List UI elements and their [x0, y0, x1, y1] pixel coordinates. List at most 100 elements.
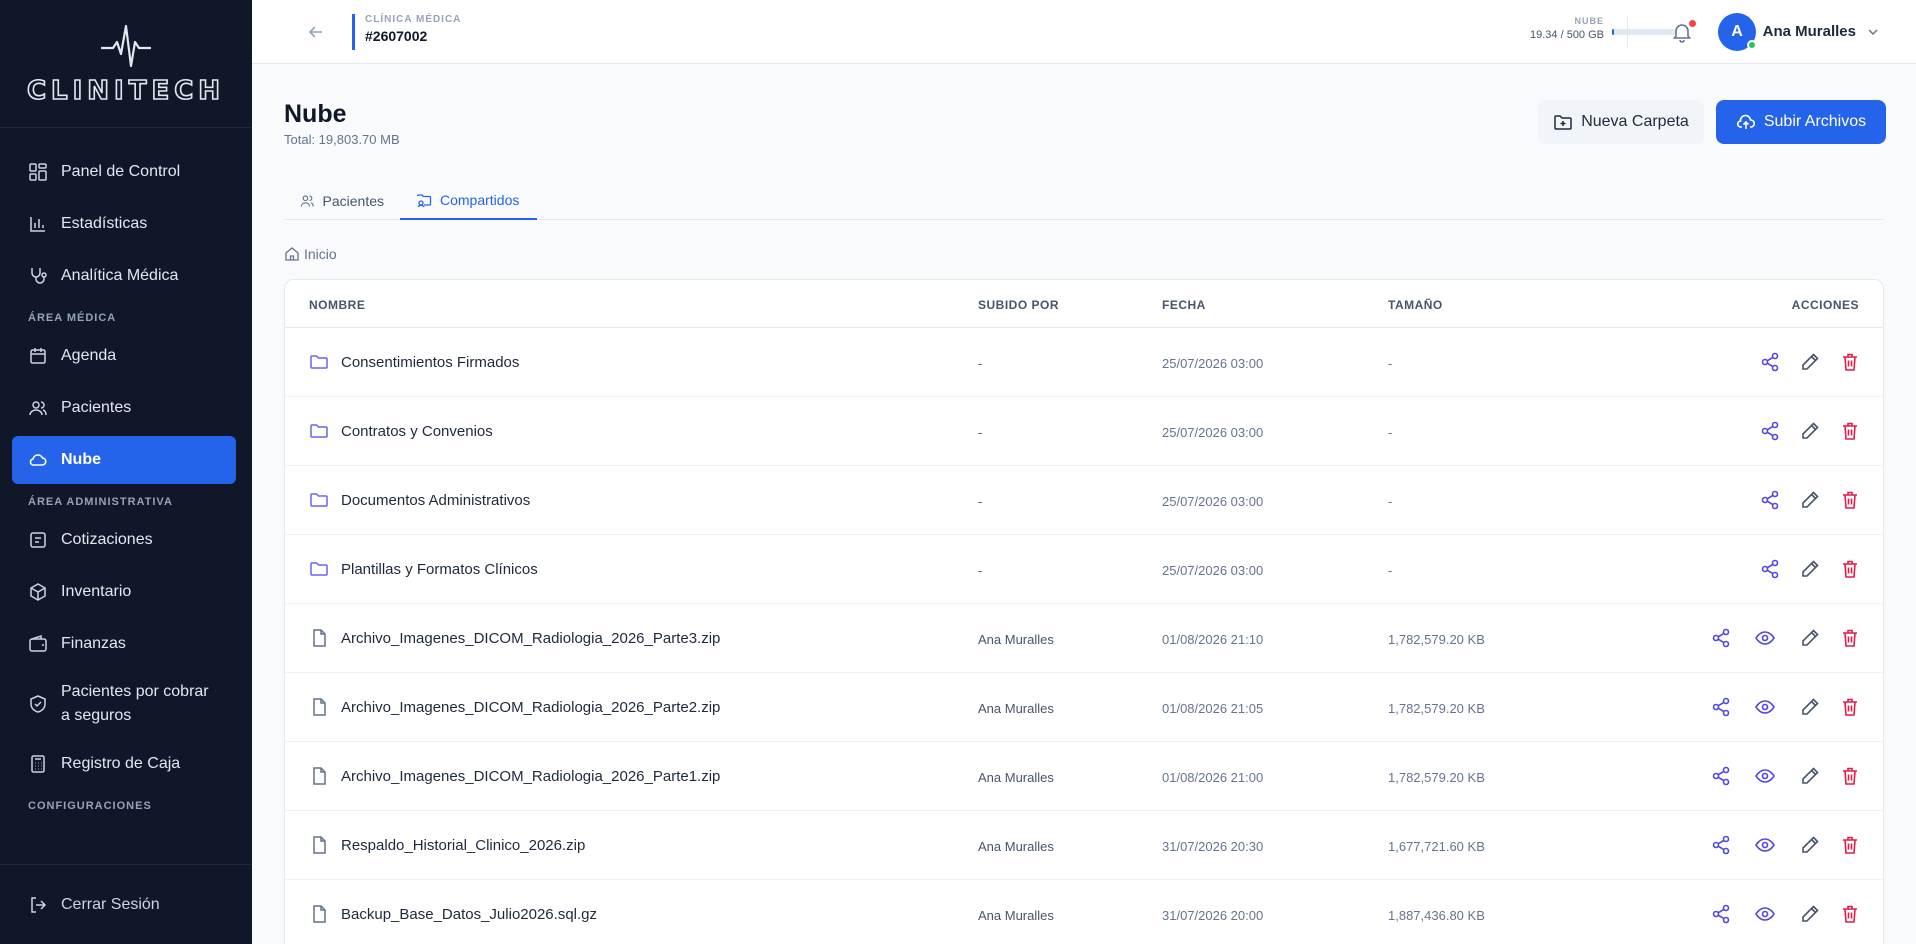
- bar-chart-icon: [30, 217, 45, 232]
- view-icon[interactable]: [1754, 696, 1776, 718]
- edit-icon[interactable]: [1799, 765, 1821, 787]
- sidebar-item-inventario[interactable]: Inventario: [12, 568, 236, 616]
- file-row[interactable]: Respaldo_Historial_Clinico_2026.zip Ana M…: [285, 811, 1883, 880]
- item-name[interactable]: Archivo_Imagenes_DICOM_Radiologia_2026_P…: [341, 699, 720, 716]
- folder-icon: [309, 490, 329, 510]
- column-header-size[interactable]: TAMAÑO: [1388, 298, 1443, 312]
- quote-icon: [30, 532, 46, 548]
- delete-icon[interactable]: [1839, 351, 1861, 373]
- edit-icon[interactable]: [1799, 696, 1821, 718]
- sidebar-item-agenda[interactable]: Agenda: [12, 332, 236, 380]
- view-icon[interactable]: [1754, 765, 1776, 787]
- delete-icon[interactable]: [1839, 696, 1861, 718]
- table-body: Consentimientos Firmados - 25/07/2026 03:0…: [285, 328, 1883, 944]
- heartbeat-logo-icon: [101, 24, 151, 67]
- breadcrumb[interactable]: Inicio: [284, 246, 337, 262]
- folder-row[interactable]: Consentimientos Firmados - 25/07/2026 03:0…: [285, 328, 1883, 397]
- item-name[interactable]: Documentos Administrativos: [341, 492, 530, 509]
- view-icon[interactable]: [1754, 903, 1776, 925]
- share-icon[interactable]: [1759, 558, 1781, 580]
- item-name[interactable]: Consentimientos Firmados: [341, 354, 519, 371]
- upload-date: 25/07/2026 03:00: [1162, 356, 1264, 371]
- delete-icon[interactable]: [1839, 834, 1861, 856]
- sidebar-item-cotizaciones[interactable]: Cotizaciones: [12, 516, 236, 564]
- upload-files-button[interactable]: Subir Archivos: [1716, 100, 1886, 144]
- chevron-down-icon[interactable]: [1866, 25, 1880, 39]
- folder-row[interactable]: Documentos Administrativos - 25/07/2026 03…: [285, 466, 1883, 535]
- file-size: 1,782,579.20 KB: [1388, 701, 1485, 716]
- upload-date: 31/07/2026 20:00: [1162, 908, 1264, 923]
- uploaded-by: -: [978, 494, 983, 509]
- brand-logo[interactable]: CLINITECH: [0, 0, 252, 128]
- divider: [1627, 16, 1628, 48]
- back-arrow-icon[interactable]: [306, 22, 326, 42]
- edit-icon[interactable]: [1799, 627, 1821, 649]
- delete-icon[interactable]: [1839, 765, 1861, 787]
- logout-button[interactable]: Cerrar Sesión: [0, 864, 252, 944]
- storage-value: 19.34 / 500 GB: [1530, 29, 1604, 41]
- edit-icon[interactable]: [1799, 834, 1821, 856]
- sidebar-item-analitica-medica[interactable]: Analítica Médica: [12, 252, 236, 300]
- tab-pacientes[interactable]: Pacientes: [284, 182, 400, 220]
- column-header-uploaded-by[interactable]: SUBIDO POR: [978, 298, 1059, 312]
- item-name[interactable]: Respaldo_Historial_Clinico_2026.zip: [341, 837, 585, 854]
- share-icon[interactable]: [1759, 420, 1781, 442]
- edit-icon[interactable]: [1799, 420, 1821, 442]
- delete-icon[interactable]: [1839, 420, 1861, 442]
- upload-date: 31/07/2026 20:30: [1162, 839, 1264, 854]
- share-icon[interactable]: [1710, 627, 1732, 649]
- folder-icon: [309, 352, 329, 372]
- column-header-date[interactable]: FECHA: [1162, 298, 1206, 312]
- item-name[interactable]: Contratos y Convenios: [341, 423, 493, 440]
- share-icon[interactable]: [1759, 351, 1781, 373]
- folder-row[interactable]: Contratos y Convenios - 25/07/2026 03:00 -: [285, 397, 1883, 466]
- tab-label: Compartidos: [440, 192, 520, 208]
- delete-icon[interactable]: [1839, 489, 1861, 511]
- sidebar-item-estadisticas[interactable]: Estadísticas: [12, 200, 236, 248]
- uploaded-by: Ana Muralles: [978, 908, 1054, 923]
- sidebar-item-pacientes-por-cobrar[interactable]: Pacientes por cobrar a seguros: [12, 672, 236, 736]
- user-name[interactable]: Ana Muralles: [1763, 23, 1856, 40]
- folder-row[interactable]: Plantillas y Formatos Clínicos - 25/07/202…: [285, 535, 1883, 604]
- delete-icon[interactable]: [1839, 627, 1861, 649]
- new-folder-button[interactable]: Nueva Carpeta: [1538, 100, 1704, 144]
- column-header-name[interactable]: NOMBRE: [309, 298, 365, 312]
- notification-dot: [1689, 20, 1696, 27]
- section-label-medical: ÁREA MÉDICA: [28, 312, 117, 324]
- edit-icon[interactable]: [1799, 558, 1821, 580]
- shared-folder-icon: [416, 194, 432, 208]
- view-icon[interactable]: [1754, 627, 1776, 649]
- cloud-icon: [29, 454, 47, 466]
- sidebar-item-nube[interactable]: Nube: [12, 436, 236, 484]
- share-icon[interactable]: [1710, 765, 1732, 787]
- item-name[interactable]: Archivo_Imagenes_DICOM_Radiologia_2026_P…: [341, 630, 720, 647]
- files-table: NOMBRE SUBIDO POR FECHA TAMAÑO ACCIONES …: [284, 279, 1884, 944]
- delete-icon[interactable]: [1839, 558, 1861, 580]
- folder-plus-icon: [1554, 115, 1572, 130]
- item-name[interactable]: Archivo_Imagenes_DICOM_Radiologia_2026_P…: [341, 768, 720, 785]
- share-icon[interactable]: [1759, 489, 1781, 511]
- sidebar-item-pacientes[interactable]: Pacientes: [12, 384, 236, 432]
- file-row[interactable]: Archivo_Imagenes_DICOM_Radiologia_2026_P…: [285, 742, 1883, 811]
- file-size: -: [1388, 563, 1393, 578]
- share-icon[interactable]: [1710, 903, 1732, 925]
- edit-icon[interactable]: [1799, 351, 1821, 373]
- file-row[interactable]: Backup_Base_Datos_Julio2026.sql.gz Ana Mu…: [285, 880, 1883, 944]
- share-icon[interactable]: [1710, 834, 1732, 856]
- item-name[interactable]: Backup_Base_Datos_Julio2026.sql.gz: [341, 906, 597, 923]
- view-icon[interactable]: [1754, 834, 1776, 856]
- file-row[interactable]: Archivo_Imagenes_DICOM_Radiologia_2026_P…: [285, 604, 1883, 673]
- delete-icon[interactable]: [1839, 903, 1861, 925]
- edit-icon[interactable]: [1799, 903, 1821, 925]
- top-bar: CLÍNICA MÉDICA #2607002 NUBE 19.34 / 500…: [252, 0, 1916, 64]
- item-name[interactable]: Plantillas y Formatos Clínicos: [341, 561, 538, 578]
- sidebar-item-finanzas[interactable]: Finanzas: [12, 620, 236, 668]
- edit-icon[interactable]: [1799, 489, 1821, 511]
- upload-date: 01/08/2026 21:05: [1162, 701, 1264, 716]
- sidebar-item-panel-de-control[interactable]: Panel de Control: [12, 148, 236, 196]
- file-row[interactable]: Archivo_Imagenes_DICOM_Radiologia_2026_P…: [285, 673, 1883, 742]
- tab-compartidos[interactable]: Compartidos: [400, 182, 537, 220]
- share-icon[interactable]: [1710, 696, 1732, 718]
- sidebar-item-registro-de-caja[interactable]: Registro de Caja: [12, 740, 236, 788]
- home-icon: [285, 247, 299, 261]
